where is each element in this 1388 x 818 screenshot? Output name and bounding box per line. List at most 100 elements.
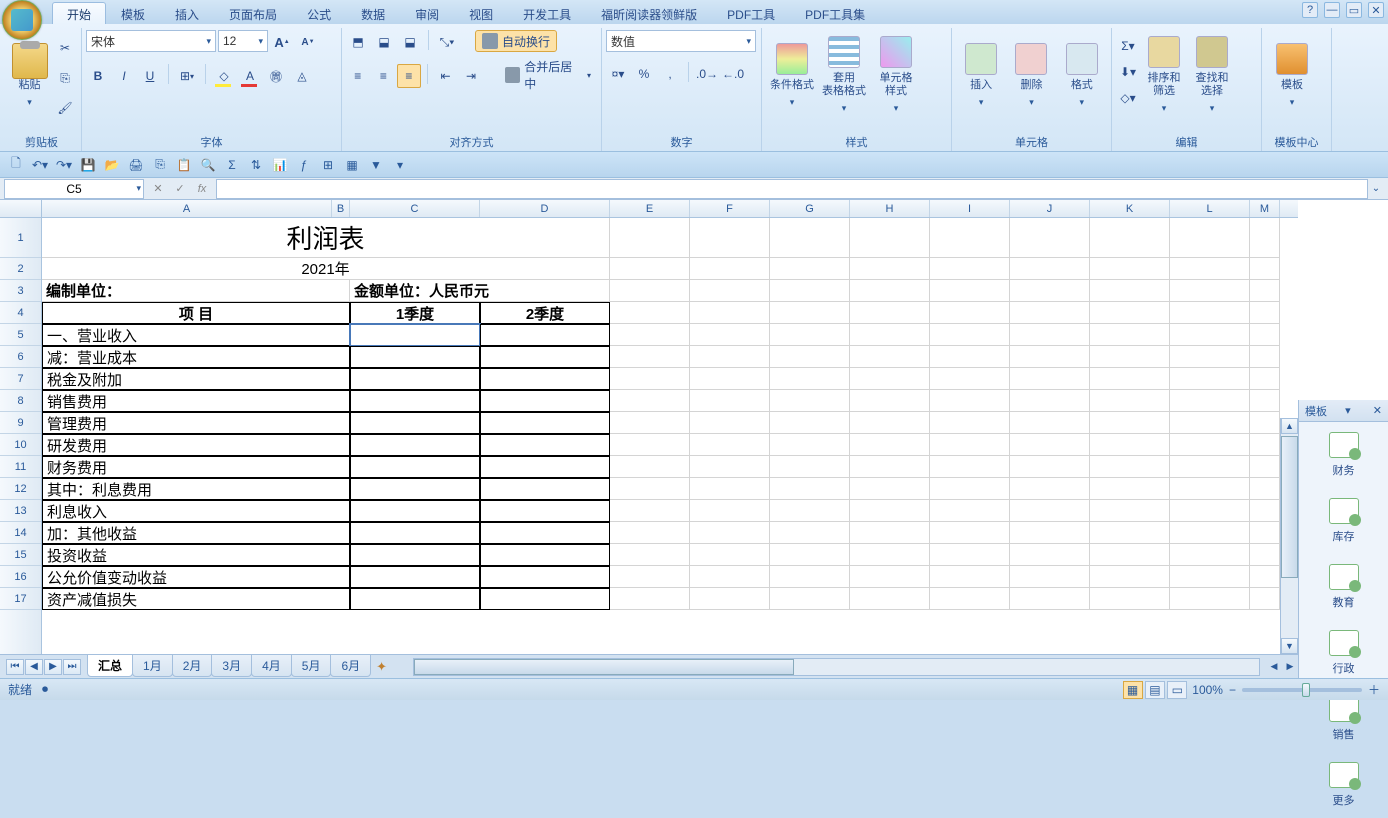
cell[interactable] <box>1250 588 1280 610</box>
cell[interactable] <box>850 478 930 500</box>
cell[interactable] <box>1010 566 1090 588</box>
qat-sort-icon[interactable]: ⇅ <box>246 155 266 175</box>
qat-border-icon[interactable]: ▦ <box>342 155 362 175</box>
hscroll-right-icon[interactable]: ▶ <box>1282 661 1298 672</box>
template-item-0[interactable]: 财务 <box>1299 422 1388 488</box>
cell[interactable] <box>930 302 1010 324</box>
cell-item-7[interactable]: 税金及附加 <box>42 368 350 390</box>
sheet-tab-3月[interactable]: 3月 <box>211 654 252 677</box>
col-header-G[interactable]: G <box>770 200 850 217</box>
cell[interactable] <box>1090 478 1170 500</box>
close-icon[interactable]: ✕ <box>1368 2 1384 18</box>
cell-unit-left[interactable]: 编制单位： <box>42 280 350 302</box>
zoom-level[interactable]: 100% <box>1192 683 1223 697</box>
qat-freeze-icon[interactable]: ⊞ <box>318 155 338 175</box>
phonetic-icon[interactable]: ㉄ <box>264 64 288 88</box>
cell[interactable] <box>930 412 1010 434</box>
cell[interactable] <box>770 324 850 346</box>
cell[interactable] <box>1090 390 1170 412</box>
cell-q1-12[interactable] <box>350 478 480 500</box>
cell[interactable] <box>1090 346 1170 368</box>
sheet-tab-汇总[interactable]: 汇总 <box>87 654 133 677</box>
select-all-corner[interactable] <box>0 200 42 217</box>
cell[interactable] <box>690 218 770 258</box>
cell[interactable] <box>610 478 690 500</box>
cell-unit-right[interactable]: 金额单位：人民币元 <box>350 280 610 302</box>
cell[interactable] <box>690 258 770 280</box>
cell[interactable] <box>1090 280 1170 302</box>
cell-q2-8[interactable] <box>480 390 610 412</box>
cell[interactable] <box>930 588 1010 610</box>
template-pane-pin-icon[interactable]: ▾ <box>1345 404 1351 417</box>
cell[interactable] <box>770 390 850 412</box>
cell-q2-10[interactable] <box>480 434 610 456</box>
cell[interactable] <box>1010 544 1090 566</box>
delete-cells-button[interactable]: 删除 <box>1006 30 1056 122</box>
cell[interactable] <box>1250 544 1280 566</box>
col-header-K[interactable]: K <box>1090 200 1170 217</box>
restore-icon[interactable]: ▭ <box>1346 2 1362 18</box>
cell[interactable] <box>930 544 1010 566</box>
align-center-icon[interactable]: ≡ <box>372 64 396 88</box>
cell[interactable] <box>610 368 690 390</box>
format-painter-icon[interactable]: 🖌 <box>53 96 77 120</box>
row-header-15[interactable]: 15 <box>0 544 41 566</box>
cell[interactable] <box>850 280 930 302</box>
qat-redo-icon[interactable]: ↷▾ <box>54 155 74 175</box>
cell-hdr-q2[interactable]: 2季度 <box>480 302 610 324</box>
cell-q1-8[interactable] <box>350 390 480 412</box>
cell-q2-7[interactable] <box>480 368 610 390</box>
conditional-format-button[interactable]: 条件格式 <box>766 30 818 122</box>
cell-q1-13[interactable] <box>350 500 480 522</box>
app-menu-button[interactable] <box>2 0 42 40</box>
cell[interactable] <box>1250 368 1280 390</box>
copy-icon[interactable]: ⎘ <box>53 66 77 90</box>
cell[interactable] <box>1170 522 1250 544</box>
cell[interactable] <box>690 544 770 566</box>
border-icon[interactable]: ⊞▾ <box>175 64 199 88</box>
cell[interactable] <box>1090 566 1170 588</box>
cell-q1-6[interactable] <box>350 346 480 368</box>
cell[interactable] <box>1250 258 1280 280</box>
cell[interactable] <box>930 218 1010 258</box>
formula-input[interactable] <box>216 179 1368 199</box>
cell[interactable] <box>1250 218 1280 258</box>
cell[interactable] <box>930 324 1010 346</box>
cell[interactable] <box>1010 280 1090 302</box>
cell[interactable] <box>850 544 930 566</box>
cell[interactable] <box>1170 302 1250 324</box>
sheet-last-icon[interactable]: ⏭ <box>63 659 81 675</box>
row-header-7[interactable]: 7 <box>0 368 41 390</box>
col-header-F[interactable]: F <box>690 200 770 217</box>
qat-new-icon[interactable]: 🗋 <box>6 155 26 175</box>
new-sheet-icon[interactable]: ✦ <box>376 659 387 675</box>
cell[interactable] <box>1250 500 1280 522</box>
align-left-icon[interactable]: ≡ <box>346 64 370 88</box>
cell[interactable] <box>770 500 850 522</box>
qat-preview-icon[interactable]: 🔍 <box>198 155 218 175</box>
italic-button[interactable]: I <box>112 64 136 88</box>
cell-item-8[interactable]: 销售费用 <box>42 390 350 412</box>
cell[interactable] <box>1090 218 1170 258</box>
cell[interactable] <box>1090 588 1170 610</box>
sheet-tab-5月[interactable]: 5月 <box>291 654 332 677</box>
cell[interactable] <box>610 302 690 324</box>
cell-hdr-item[interactable]: 项 目 <box>42 302 350 324</box>
ribbon-tab-9[interactable]: 福昕阅读器领鲜版 <box>586 2 712 24</box>
format-cells-button[interactable]: 格式 <box>1057 30 1107 122</box>
help-icon[interactable]: ? <box>1302 2 1318 18</box>
cell[interactable] <box>1090 368 1170 390</box>
cell[interactable] <box>1250 390 1280 412</box>
clear-icon[interactable]: ◇▾ <box>1116 86 1140 110</box>
cell[interactable] <box>850 346 930 368</box>
cell-item-6[interactable]: 减：营业成本 <box>42 346 350 368</box>
cancel-formula-icon[interactable]: ✕ <box>148 180 168 198</box>
cell[interactable] <box>850 588 930 610</box>
macro-record-icon[interactable]: ⏺ <box>42 682 48 697</box>
cell[interactable] <box>610 324 690 346</box>
merge-center-button[interactable]: 合并后居中▾ <box>499 64 597 86</box>
cell-hdr-q1[interactable]: 1季度 <box>350 302 480 324</box>
cell[interactable] <box>610 218 690 258</box>
cell[interactable] <box>1250 346 1280 368</box>
cell[interactable] <box>1010 390 1090 412</box>
